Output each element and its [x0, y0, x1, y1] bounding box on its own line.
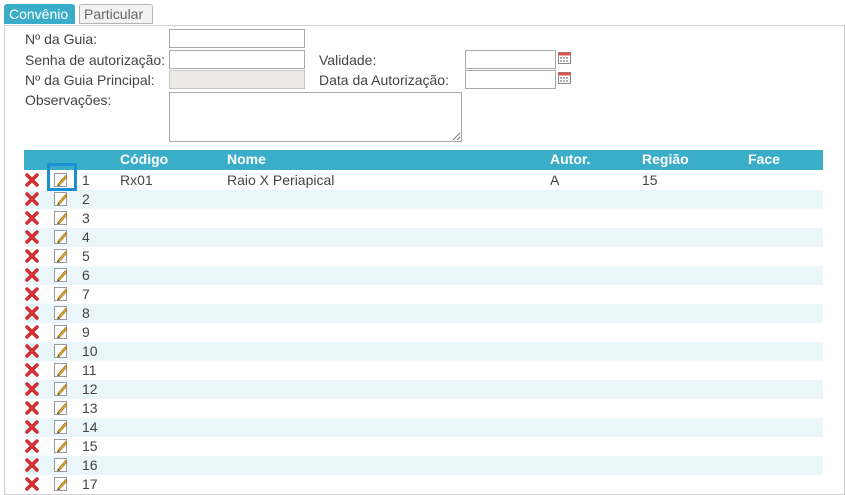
senha-label: Senha de autorização:	[25, 52, 166, 68]
cell-autor: A	[550, 172, 560, 188]
col-face[interactable]: Face	[748, 151, 780, 167]
observacoes-label: Observações:	[25, 92, 112, 108]
delete-x-icon[interactable]	[24, 248, 40, 264]
tab-particular[interactable]: Particular	[79, 4, 153, 24]
cell-regiao: 15	[642, 172, 658, 188]
table-row[interactable]: 14	[24, 418, 823, 437]
edit-pencil-icon[interactable]	[53, 400, 69, 416]
delete-x-icon[interactable]	[24, 286, 40, 302]
senha-input[interactable]	[169, 50, 305, 69]
edit-pencil-icon[interactable]	[53, 286, 69, 302]
delete-x-icon[interactable]	[24, 400, 40, 416]
observacoes-textarea[interactable]	[169, 92, 462, 142]
row-number: 14	[82, 419, 98, 435]
edit-pencil-icon[interactable]	[53, 248, 69, 264]
delete-x-icon[interactable]	[24, 305, 40, 321]
col-regiao[interactable]: Região	[642, 151, 689, 167]
tab-convenio[interactable]: Convênio	[4, 4, 75, 24]
edit-pencil-icon[interactable]	[53, 267, 69, 283]
row-number: 6	[82, 267, 90, 283]
row-number: 17	[82, 476, 98, 492]
delete-x-icon[interactable]	[24, 457, 40, 473]
table-row[interactable]: 7	[24, 285, 823, 304]
delete-x-icon[interactable]	[24, 229, 40, 245]
edit-pencil-icon[interactable]	[53, 191, 69, 207]
delete-x-icon[interactable]	[24, 172, 40, 188]
edit-pencil-icon[interactable]	[53, 381, 69, 397]
edit-pencil-icon[interactable]	[53, 305, 69, 321]
col-nome[interactable]: Nome	[227, 151, 266, 167]
cell-nome: Raio X Periapical	[227, 172, 335, 188]
row-number: 1	[82, 172, 90, 188]
table-row[interactable]: 11	[24, 361, 823, 380]
delete-x-icon[interactable]	[24, 324, 40, 340]
row-number: 16	[82, 457, 98, 473]
cell-codigo: Rx01	[120, 172, 153, 188]
edit-pencil-icon[interactable]	[53, 438, 69, 454]
validade-input[interactable]	[465, 50, 556, 69]
delete-x-icon[interactable]	[24, 210, 40, 226]
delete-x-icon[interactable]	[24, 191, 40, 207]
table-row[interactable]: 13	[24, 399, 823, 418]
table-row[interactable]: 1 Rx01 Raio X Periapical A 15	[24, 171, 823, 190]
calendar-icon[interactable]	[558, 72, 571, 84]
delete-x-icon[interactable]	[24, 343, 40, 359]
delete-x-icon[interactable]	[24, 419, 40, 435]
guia-input[interactable]	[169, 29, 305, 48]
calendar-icon[interactable]	[558, 52, 571, 64]
edit-pencil-icon[interactable]	[53, 343, 69, 359]
table-row[interactable]: 15	[24, 437, 823, 456]
guia-principal-input	[169, 70, 305, 89]
data-autorizacao-input[interactable]	[465, 70, 556, 89]
row-number: 15	[82, 438, 98, 454]
table-row[interactable]: 5	[24, 247, 823, 266]
row-number: 13	[82, 400, 98, 416]
guia-principal-label: Nº da Guia Principal:	[25, 72, 155, 88]
delete-x-icon[interactable]	[24, 267, 40, 283]
edit-pencil-icon[interactable]	[53, 229, 69, 245]
guia-label: Nº da Guia:	[25, 31, 98, 47]
col-autor[interactable]: Autor.	[550, 151, 590, 167]
table-row[interactable]: 2	[24, 190, 823, 209]
row-number: 7	[82, 286, 90, 302]
row-number: 9	[82, 324, 90, 340]
delete-x-icon[interactable]	[24, 381, 40, 397]
table-row[interactable]: 12	[24, 380, 823, 399]
row-number: 12	[82, 381, 98, 397]
row-number: 11	[82, 362, 97, 378]
edit-pencil-icon[interactable]	[53, 210, 69, 226]
data-autorizacao-label: Data da Autorização:	[319, 72, 449, 88]
table-row[interactable]: 16	[24, 456, 823, 475]
edit-pencil-icon[interactable]	[53, 362, 69, 378]
row-number: 10	[82, 343, 98, 359]
grid-header: Código Nome Autor. Região Face	[24, 150, 823, 170]
delete-x-icon[interactable]	[24, 362, 40, 378]
table-row[interactable]: 6	[24, 266, 823, 285]
row-number: 2	[82, 191, 90, 207]
delete-x-icon[interactable]	[24, 438, 40, 454]
table-row[interactable]: 3	[24, 209, 823, 228]
row-number: 5	[82, 248, 90, 264]
row-number: 4	[82, 229, 90, 245]
edit-pencil-icon[interactable]	[53, 457, 69, 473]
table-row[interactable]: 9	[24, 323, 823, 342]
delete-x-icon[interactable]	[24, 476, 40, 492]
edit-pencil-icon[interactable]	[53, 476, 69, 492]
edit-pencil-icon[interactable]	[53, 324, 69, 340]
validade-label: Validade:	[319, 52, 377, 68]
row-number: 3	[82, 210, 90, 226]
row-number: 8	[82, 305, 90, 321]
table-row[interactable]: 4	[24, 228, 823, 247]
table-row[interactable]: 8	[24, 304, 823, 323]
col-codigo[interactable]: Código	[120, 151, 168, 167]
edit-pencil-icon[interactable]	[53, 172, 69, 188]
edit-pencil-icon[interactable]	[53, 419, 69, 435]
table-row[interactable]: 10	[24, 342, 823, 361]
